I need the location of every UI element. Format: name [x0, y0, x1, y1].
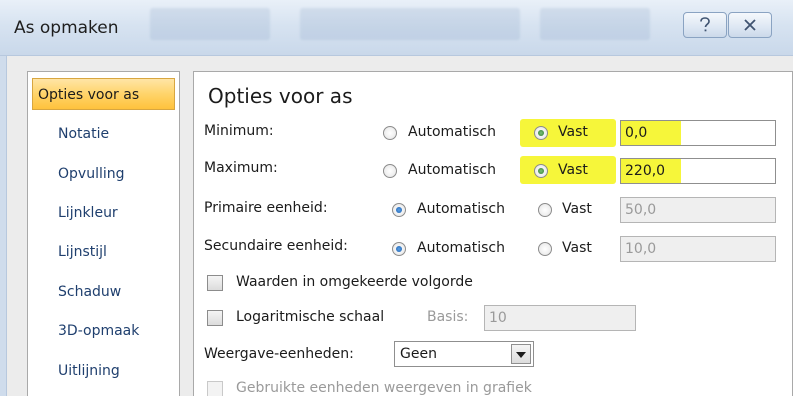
display-units-value: Geen — [400, 346, 437, 362]
title-bar: As opmaken — [0, 0, 793, 56]
background-blur — [300, 8, 520, 40]
minor-unit-auto-label: Automatisch — [417, 240, 505, 256]
maximum-fixed-label: Vast — [558, 162, 588, 178]
display-units-label: Weergave-eenheden: — [204, 346, 354, 362]
category-nav: Opties voor as Notatie Opvulling Lijnkle… — [27, 71, 180, 396]
minor-unit-fixed-label: Vast — [562, 240, 592, 256]
background-blur — [150, 8, 270, 40]
minimum-auto-radio[interactable] — [383, 126, 397, 140]
minimum-value-field[interactable]: 0,0 — [620, 120, 776, 146]
nav-item-schaduw[interactable]: Schaduw — [32, 276, 175, 308]
window-title: As opmaken — [14, 18, 119, 38]
major-unit-label: Primaire eenheid: — [204, 200, 328, 216]
reverse-order-label: Waarden in omgekeerde volgorde — [236, 274, 473, 290]
nav-item-uitlijning[interactable]: Uitlijning — [32, 355, 175, 387]
dropdown-button[interactable] — [511, 344, 531, 364]
minimum-auto-label: Automatisch — [408, 124, 496, 140]
maximum-value-field[interactable]: 220,0 — [620, 158, 776, 184]
axis-options-pane: Opties voor as Minimum: Automatisch Vast… — [193, 71, 793, 396]
minor-unit-fixed-radio[interactable] — [538, 242, 552, 256]
chevron-down-icon — [516, 342, 526, 366]
display-units-select[interactable]: Geen — [394, 341, 534, 367]
minor-unit-auto-radio[interactable] — [392, 242, 406, 256]
nav-item-notatie[interactable]: Notatie — [32, 118, 175, 150]
pane-heading: Opties voor as — [208, 84, 353, 108]
major-unit-value-field[interactable]: 50,0 — [620, 197, 776, 223]
nav-item-opvulling[interactable]: Opvulling — [32, 158, 175, 190]
base-label: Basis: — [427, 309, 469, 325]
maximum-label: Maximum: — [204, 160, 278, 176]
maximum-auto-label: Automatisch — [408, 162, 496, 178]
base-value-field[interactable]: 10 — [484, 305, 636, 331]
minimum-fixed-radio[interactable] — [534, 126, 548, 140]
maximum-fixed-radio[interactable] — [534, 164, 548, 178]
minor-unit-label: Secundaire eenheid: — [204, 238, 348, 254]
dialog-body: Opties voor as Notatie Opvulling Lijnkle… — [6, 56, 793, 396]
minor-unit-value-field[interactable]: 10,0 — [620, 236, 776, 262]
major-unit-fixed-radio[interactable] — [538, 203, 552, 217]
help-button[interactable] — [683, 12, 727, 38]
nav-item-3d-opmaak[interactable]: 3D-opmaak — [32, 315, 175, 347]
major-unit-fixed-label: Vast — [562, 201, 592, 217]
show-units-checkbox[interactable] — [207, 381, 223, 396]
log-scale-checkbox[interactable] — [207, 310, 223, 326]
log-scale-label: Logaritmische schaal — [236, 309, 385, 325]
major-unit-auto-label: Automatisch — [417, 201, 505, 217]
minimum-label: Minimum: — [204, 123, 274, 139]
help-icon — [699, 17, 711, 33]
reverse-order-checkbox[interactable] — [207, 275, 223, 291]
maximum-auto-radio[interactable] — [383, 164, 397, 178]
minimum-fixed-label: Vast — [558, 124, 588, 140]
nav-item-lijnstijl[interactable]: Lijnstijl — [32, 236, 175, 268]
nav-item-opties-voor-as[interactable]: Opties voor as — [32, 78, 175, 110]
close-button[interactable] — [728, 12, 772, 38]
show-units-label: Gebruikte eenheden weergeven in grafiek — [236, 380, 532, 396]
background-blur — [540, 8, 650, 40]
major-unit-auto-radio[interactable] — [392, 203, 406, 217]
close-icon — [743, 18, 757, 32]
nav-item-lijnkleur[interactable]: Lijnkleur — [32, 197, 175, 229]
